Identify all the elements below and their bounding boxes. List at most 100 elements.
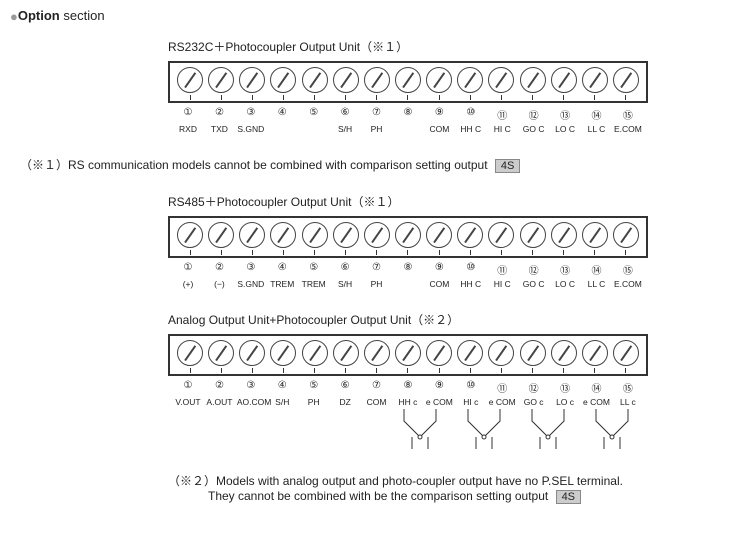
tick-mark xyxy=(238,368,266,374)
note2-badge-4s: 4S xyxy=(556,490,581,504)
tick-mark xyxy=(612,368,640,374)
tick-mark xyxy=(425,250,453,256)
terminal-label: S.GND xyxy=(237,279,265,289)
tick-mark xyxy=(301,250,329,256)
terminal-number: ⑩ xyxy=(457,107,485,122)
terminal-label: HI C xyxy=(488,124,516,134)
header-bold: Option xyxy=(18,8,60,23)
terminal-number: ⑤ xyxy=(300,380,328,395)
screw-terminal xyxy=(520,222,546,248)
tick-mark xyxy=(487,95,515,101)
rs485-title: RS485＋Photocoupler Output Unit（※１） xyxy=(168,193,735,210)
terminal-label: TREM xyxy=(300,279,328,289)
rs232c-screw-row xyxy=(170,63,646,95)
terminal-label xyxy=(394,279,422,289)
terminal-number: ⑮ xyxy=(614,107,642,122)
analog-label-row: V.OUTA.OUTAO.COMS/HPHDZCOMHH ce COMHI ce… xyxy=(168,395,648,407)
tick-mark xyxy=(394,368,422,374)
tick-mark xyxy=(550,368,578,374)
screw-terminal xyxy=(582,340,608,366)
tick-mark xyxy=(363,250,391,256)
terminal-label: GO C xyxy=(520,279,548,289)
tick-mark xyxy=(207,95,235,101)
screw-terminal xyxy=(395,340,421,366)
terminal-number: ⑥ xyxy=(331,380,359,395)
terminal-label: e COM xyxy=(425,397,453,407)
terminal-number: ① xyxy=(174,107,202,122)
section-header: ●Option section xyxy=(10,8,735,24)
tick-mark xyxy=(332,368,360,374)
tick-mark xyxy=(394,95,422,101)
terminal-label: HI C xyxy=(488,279,516,289)
screw-terminal xyxy=(177,340,203,366)
analog-unit: Analog Output Unit+Photocoupler Output U… xyxy=(168,311,735,460)
screw-terminal xyxy=(177,222,203,248)
terminal-label: COM xyxy=(425,279,453,289)
tick-mark xyxy=(519,95,547,101)
terminal-label: HH C xyxy=(457,124,485,134)
terminal-label xyxy=(268,124,296,134)
tick-mark xyxy=(176,368,204,374)
screw-terminal xyxy=(551,67,577,93)
analog-title: Analog Output Unit+Photocoupler Output U… xyxy=(168,311,735,328)
terminal-number: ⑨ xyxy=(425,107,453,122)
terminal-number: ⑧ xyxy=(394,262,422,277)
terminal-number: ③ xyxy=(237,380,265,395)
screw-terminal xyxy=(426,222,452,248)
terminal-number: ③ xyxy=(237,107,265,122)
screw-terminal xyxy=(488,222,514,248)
terminal-number: ⑨ xyxy=(425,262,453,277)
tick-mark xyxy=(269,368,297,374)
screw-terminal xyxy=(582,67,608,93)
terminal-number: ⑦ xyxy=(363,107,391,122)
tick-mark xyxy=(207,368,235,374)
screw-terminal xyxy=(426,67,452,93)
terminal-label: LL C xyxy=(582,279,610,289)
terminal-label: E.COM xyxy=(614,279,642,289)
tick-mark xyxy=(612,95,640,101)
terminal-number: ⑮ xyxy=(614,262,642,277)
tick-mark xyxy=(363,368,391,374)
screw-terminal xyxy=(364,340,390,366)
tick-mark xyxy=(301,95,329,101)
terminal-number: ② xyxy=(205,380,233,395)
tick-mark xyxy=(456,95,484,101)
tick-mark xyxy=(238,250,266,256)
screw-terminal xyxy=(302,67,328,93)
screw-terminal xyxy=(270,222,296,248)
terminal-label: (−) xyxy=(205,279,233,289)
rs485-unit: RS485＋Photocoupler Output Unit（※１） ①②③④⑤… xyxy=(168,193,735,289)
screw-terminal xyxy=(239,340,265,366)
terminal-label: RXD xyxy=(174,124,202,134)
terminal-label: LO C xyxy=(551,124,579,134)
terminal-number: ③ xyxy=(237,262,265,277)
tick-mark xyxy=(176,95,204,101)
terminal-label: S/H xyxy=(331,124,359,134)
analog-num-row: ①②③④⑤⑥⑦⑧⑨⑩⑪⑫⑬⑭⑮ xyxy=(168,376,648,395)
terminal-label: e COM xyxy=(582,397,610,407)
screw-terminal xyxy=(270,67,296,93)
terminal-number: ⑫ xyxy=(520,107,548,122)
terminal-label: (+) xyxy=(174,279,202,289)
terminal-label: S/H xyxy=(331,279,359,289)
terminal-label: TREM xyxy=(268,279,296,289)
screw-terminal xyxy=(395,67,421,93)
terminal-number: ⑫ xyxy=(520,262,548,277)
terminal-label: V.OUT xyxy=(174,397,202,407)
note-1: （※１）RS communication models cannot be co… xyxy=(20,156,735,173)
terminal-label: HI c xyxy=(457,397,485,407)
screw-terminal xyxy=(520,67,546,93)
terminal-label: TXD xyxy=(205,124,233,134)
rs232c-num-row: ①②③④⑤⑥⑦⑧⑨⑩⑪⑫⑬⑭⑮ xyxy=(168,103,648,122)
terminal-label: AO.COM xyxy=(237,397,265,407)
terminal-number: ⑬ xyxy=(551,262,579,277)
screw-terminal xyxy=(333,222,359,248)
screw-terminal xyxy=(364,67,390,93)
tick-mark xyxy=(207,250,235,256)
terminal-number: ⑥ xyxy=(331,262,359,277)
header-rest: section xyxy=(60,8,105,23)
tick-mark xyxy=(487,250,515,256)
analog-terminal-strip xyxy=(168,334,648,376)
terminal-label: PH xyxy=(300,397,328,407)
tick-mark xyxy=(487,368,515,374)
